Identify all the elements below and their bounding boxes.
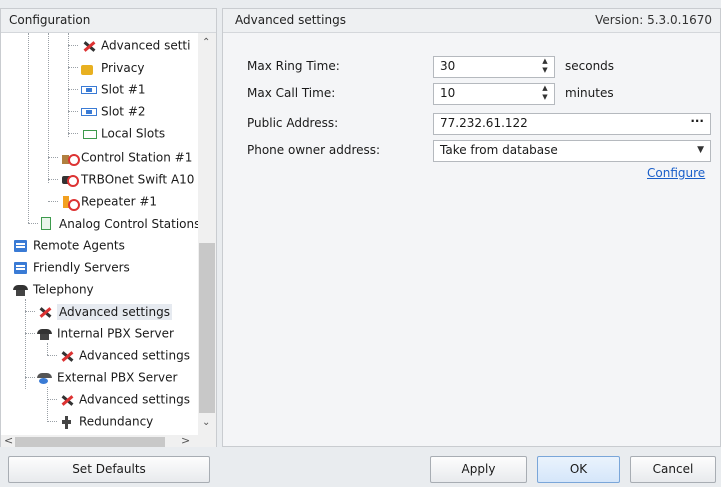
max-ring-time-value: 30 [440,59,456,73]
tree-item-label: External PBX Server [57,370,178,385]
spin-arrows-icon[interactable]: ▲ ▼ [540,84,550,102]
max-call-time-value: 10 [440,86,456,100]
control-station-icon [61,151,80,166]
horizontal-scroll-thumb[interactable] [15,437,165,447]
tree-item-label: Privacy [101,60,145,75]
tree-item-label: Telephony [33,282,94,297]
tree-privacy[interactable]: Privacy [81,57,144,77]
panel-title: Advanced settings [235,13,346,27]
slot-icon [81,107,97,116]
tree-internal-pbx[interactable]: Internal PBX Server [37,323,174,343]
tree-trbonet-swift[interactable]: TRBOnet Swift A10 [61,169,194,189]
vertical-scroll-thumb[interactable] [199,243,215,413]
tree-item-label: Advanced settings [57,303,172,320]
tree-item-label: Advanced settings [79,348,190,363]
server-icon [13,261,29,275]
configure-link[interactable]: Configure [647,166,705,180]
tree-item-label: Repeater #1 [81,194,158,209]
tree-vertical-scrollbar[interactable]: ⌃ ⌄ [198,33,216,435]
tree-item-label: Slot #1 [101,82,146,97]
tree-internal-pbx-advanced[interactable]: Advanced settings [59,345,190,365]
tree-item-label: Control Station #1 [81,150,193,165]
tree-control-station-1[interactable]: Control Station #1 [61,147,192,167]
tree-advanced-settings-top[interactable]: Advanced setti [81,35,190,55]
tree-slot-1[interactable]: Slot #1 [81,79,146,99]
public-address-value: 77.232.61.122 [440,116,528,130]
max-ring-time-label: Max Ring Time: [247,59,340,73]
cancel-button[interactable]: Cancel [630,456,716,483]
max-ring-time-unit: seconds [565,59,615,73]
tree-item-label: Redundancy [79,414,154,429]
tree-telephony-advanced-settings[interactable]: Advanced settings [37,301,172,321]
advanced-settings-panel: Advanced settings Version: 5.3.0.1670 Ma… [222,8,721,447]
configuration-panel-title: Configuration [1,9,216,33]
tools-icon [59,393,75,407]
analog-station-icon [41,217,51,230]
tools-icon [59,349,75,363]
tree-item-label: Slot #2 [101,104,146,119]
tree-remote-agents[interactable]: Remote Agents [13,235,125,255]
phone-owner-label: Phone owner address: [247,143,381,157]
tree-telephony[interactable]: Telephony [13,279,94,299]
set-defaults-button[interactable]: Set Defaults [8,456,210,483]
phone-icon [37,327,53,341]
tree-item-label: Analog Control Stations [59,216,198,231]
radio-icon [61,173,79,187]
version-label: Version: 5.3.0.1670 [595,13,712,27]
button-bar: Set Defaults Apply OK Cancel [0,447,721,487]
tree-item-label: Remote Agents [33,238,125,253]
browse-ellipsis-button[interactable]: ··· [690,114,704,128]
tools-icon [81,39,97,53]
scroll-left-arrow-icon[interactable]: < [4,434,13,447]
tree-item-label: Advanced settings [79,392,190,407]
max-ring-time-stepper[interactable]: 30 ▲ ▼ [433,56,555,78]
tree-item-label: TRBOnet Swift A10 [81,172,195,187]
plug-icon [59,415,75,429]
tree-repeater-1[interactable]: Repeater #1 [61,191,157,211]
tree-item-label: Local Slots [101,126,166,141]
server-icon [13,239,29,253]
lock-icon [81,64,93,75]
tree-local-slots[interactable]: Local Slots [81,123,165,143]
advanced-settings-header: Advanced settings Version: 5.3.0.1670 [223,9,720,33]
ok-button[interactable]: OK [537,456,620,483]
configuration-panel: Configuration Advanced setti Privacy Slo… [0,8,217,449]
local-slots-icon [81,127,97,141]
public-address-field[interactable]: 77.232.61.122 ··· [433,113,711,135]
public-address-label: Public Address: [247,116,339,130]
max-call-time-label: Max Call Time: [247,86,336,100]
external-phone-icon [37,371,53,385]
max-call-time-stepper[interactable]: 10 ▲ ▼ [433,83,555,105]
tree-item-label: Friendly Servers [33,260,130,275]
tree-external-pbx[interactable]: External PBX Server [37,367,177,387]
tree-item-label: Advanced setti [101,38,191,53]
tree-redundancy[interactable]: Redundancy [59,411,153,431]
spin-arrows-icon[interactable]: ▲ ▼ [540,57,550,75]
max-call-time-unit: minutes [565,86,614,100]
tree-analog-control-stations[interactable]: Analog Control Stations [41,213,198,233]
configuration-tree[interactable]: Advanced setti Privacy Slot #1 Slot #2 L… [1,33,198,433]
tree-external-pbx-advanced[interactable]: Advanced settings [59,389,190,409]
tree-item-label: Internal PBX Server [57,326,174,341]
phone-owner-select[interactable]: Take from database ▼ [433,140,711,162]
chevron-down-icon[interactable]: ▼ [697,145,704,155]
scroll-up-arrow-icon[interactable]: ⌃ [202,37,210,48]
scroll-right-arrow-icon[interactable]: > [181,434,190,447]
tree-slot-2[interactable]: Slot #2 [81,101,146,121]
slot-icon [81,85,97,94]
tools-icon [37,305,53,319]
phone-icon [13,283,29,297]
phone-owner-value: Take from database [440,143,558,157]
tree-friendly-servers[interactable]: Friendly Servers [13,257,130,277]
scroll-down-arrow-icon[interactable]: ⌄ [202,417,210,428]
repeater-icon [61,195,80,211]
apply-button[interactable]: Apply [430,456,527,483]
